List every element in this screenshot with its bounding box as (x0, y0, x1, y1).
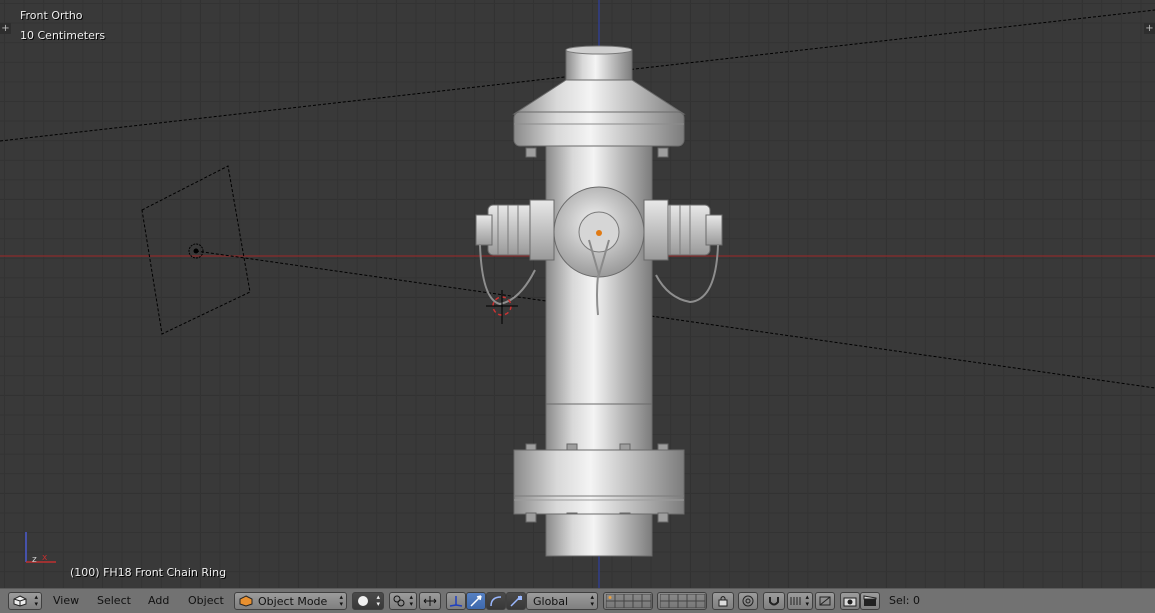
layers-grid-icon (606, 594, 652, 608)
transform-manipulator-toggle[interactable] (446, 592, 466, 610)
pivot-point-dropdown[interactable]: ▴ ▾ (389, 592, 417, 610)
lock-icon (718, 596, 728, 607)
menu-object[interactable]: Object (188, 594, 224, 607)
3d-view-header: ▴ ▾ View Select Add Object Object Mode ▴ ▾… (0, 588, 1155, 613)
layer-buttons-right[interactable] (657, 592, 707, 610)
layer-buttons-left[interactable] (603, 592, 653, 610)
manipulate-center-button[interactable] (419, 592, 441, 610)
corner-split-right-icon[interactable]: + (1144, 23, 1155, 34)
menu-view[interactable]: View (53, 594, 79, 607)
snap-target-icon (819, 596, 831, 606)
proportional-editing-button[interactable] (738, 592, 758, 610)
manipulator-axes-icon (449, 596, 463, 607)
object-mode-icon (239, 595, 253, 607)
view-name-label: Front Ortho (20, 9, 83, 22)
active-object-label: (100) FH18 Front Chain Ring (70, 566, 227, 579)
camera-icon (843, 597, 857, 607)
snap-element-dropdown[interactable]: ▴ ▾ (787, 592, 813, 610)
translate-arrow-icon (470, 595, 482, 607)
scale-arrow-icon (510, 595, 522, 607)
snap-toggle-button[interactable] (763, 592, 785, 610)
translate-manipulator-toggle[interactable] (466, 592, 486, 610)
clapperboard-icon (863, 595, 877, 606)
render-opengl-button[interactable] (840, 592, 860, 610)
3d-cursor-icon[interactable] (486, 290, 518, 324)
solid-sphere-icon (358, 596, 368, 606)
mode-dropdown[interactable]: Object Mode ▴ ▾ (234, 592, 347, 610)
menu-select[interactable]: Select (97, 594, 131, 607)
corner-split-left-icon[interactable]: + (0, 23, 11, 34)
mode-label: Object Mode (258, 595, 328, 608)
selection-count: Sel: 0 (889, 594, 921, 607)
editor-type-button[interactable]: ▴ ▾ (8, 592, 42, 610)
rotate-arc-icon (490, 596, 502, 607)
3d-viewport[interactable]: z x Front Ortho 10 Centimeters (100) FH1… (0, 0, 1155, 588)
snap-increment-icon (790, 597, 801, 605)
axis-orientation-gizmo: z x (25, 532, 56, 565)
render-animation-button[interactable] (860, 592, 880, 610)
rotate-manipulator-toggle[interactable] (486, 592, 506, 610)
svg-text:z: z (32, 555, 37, 565)
grid-scale-label: 10 Centimeters (20, 29, 106, 42)
transform-orientation-dropdown[interactable]: Global ▴ ▾ (526, 592, 598, 610)
cube-icon (13, 595, 27, 607)
proportional-circle-icon (742, 595, 754, 607)
svg-text:x: x (42, 553, 48, 563)
pivot-point-icon (393, 595, 405, 607)
scale-manipulator-toggle[interactable] (506, 592, 526, 610)
viewport-shading-dropdown[interactable]: ▴ ▾ (352, 592, 384, 610)
manipulate-center-icon (423, 596, 437, 606)
lock-camera-layers-button[interactable] (712, 592, 734, 610)
magnet-icon (769, 597, 779, 606)
menu-add[interactable]: Add (148, 594, 169, 607)
viewport-scene[interactable]: z x (0, 0, 1155, 588)
layers-grid-icon (660, 594, 706, 608)
snap-target-button[interactable] (815, 592, 835, 610)
fire-hydrant-model[interactable] (475, 45, 723, 557)
transform-orientation-label: Global (533, 595, 569, 608)
